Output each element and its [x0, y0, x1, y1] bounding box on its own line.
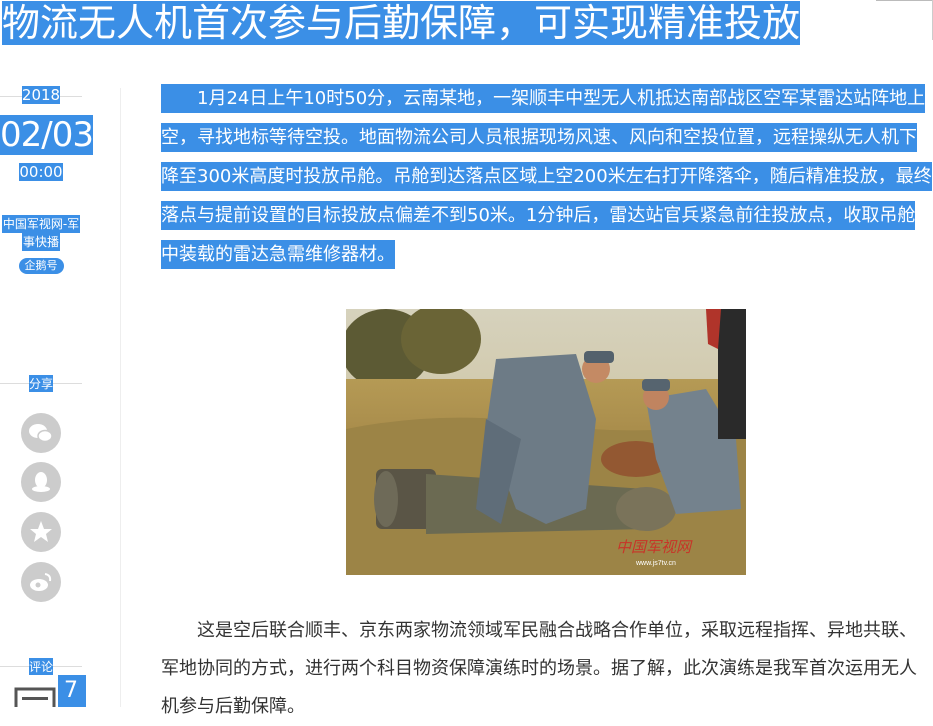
- penguin-badge-text[interactable]: 企鹅号: [18, 258, 64, 274]
- comment-label: 评论: [0, 658, 82, 675]
- article-paragraph-1: 1月24日上午10时50分，云南某地，一架顺丰中型无人机抵达南部战区空军某雷达站…: [161, 79, 933, 274]
- article-paragraph-2-text: 这是空后联合顺丰、京东两家物流领域军民融合战略合作单位，采取远程指挥、异地共联、…: [161, 620, 917, 717]
- wechat-icon[interactable]: [21, 413, 61, 453]
- article-photo[interactable]: 中国军视网 www.js7tv.cn: [346, 309, 746, 575]
- wechat-icon-glyph: [29, 424, 53, 443]
- watermark-text: 中国军视网: [616, 539, 693, 556]
- qq-icon-glyph: [32, 472, 50, 492]
- qzone-icon[interactable]: [21, 512, 61, 552]
- publish-date: 02/03: [0, 115, 94, 155]
- comment-count: 7: [64, 678, 78, 703]
- publish-year-text: 2018: [21, 86, 61, 104]
- header-divider: [876, 0, 933, 1]
- penguin-badge[interactable]: 企鹅号: [0, 254, 82, 274]
- weibo-icon[interactable]: [21, 562, 61, 602]
- source-name-line1[interactable]: 中国军视网-军: [1, 215, 81, 233]
- source-name[interactable]: 中国军视网-军 事快播: [0, 215, 82, 251]
- article-title-text: 物流无人机首次参与后勤保障，可实现精准投放: [2, 1, 801, 45]
- source-name-line2[interactable]: 事快播: [21, 233, 60, 251]
- qzone-icon-glyph: [30, 521, 52, 542]
- article-sidebar: 2018 02/03 00:00 中国军视网-军 事快播 企鹅号 分享 评论: [0, 80, 94, 707]
- qq-icon[interactable]: [21, 462, 61, 502]
- article-paragraph-2: 这是空后联合顺丰、京东两家物流领域军民融合战略合作单位，采取远程指挥、异地共联、…: [161, 612, 933, 726]
- weibo-icon-glyph: [30, 573, 52, 591]
- watermark-url: www.js7tv.cn: [635, 560, 676, 567]
- soldiers-drone-pod-image: 中国军视网 www.js7tv.cn: [346, 309, 746, 575]
- publish-date-text: 02/03: [0, 115, 94, 155]
- content-divider: [120, 88, 121, 707]
- comment-label-text: 评论: [28, 658, 53, 675]
- publish-year: 2018: [0, 86, 82, 104]
- share-label: 分享: [0, 375, 82, 392]
- publish-time-text: 00:00: [19, 163, 63, 181]
- share-label-text: 分享: [28, 375, 53, 392]
- article-paragraph-1-text: 1月24日上午10时50分，云南某地，一架顺丰中型无人机抵达南部战区空军某雷达站…: [161, 84, 932, 269]
- article-title: 物流无人机首次参与后勤保障，可实现精准投放: [0, 0, 876, 46]
- comment-button[interactable]: 7: [14, 675, 86, 721]
- article-paragraph-1-body: 1月24日上午10时50分，云南某地，一架顺丰中型无人机抵达南部战区空军某雷达站…: [161, 88, 932, 265]
- publish-time: 00:00: [0, 163, 82, 181]
